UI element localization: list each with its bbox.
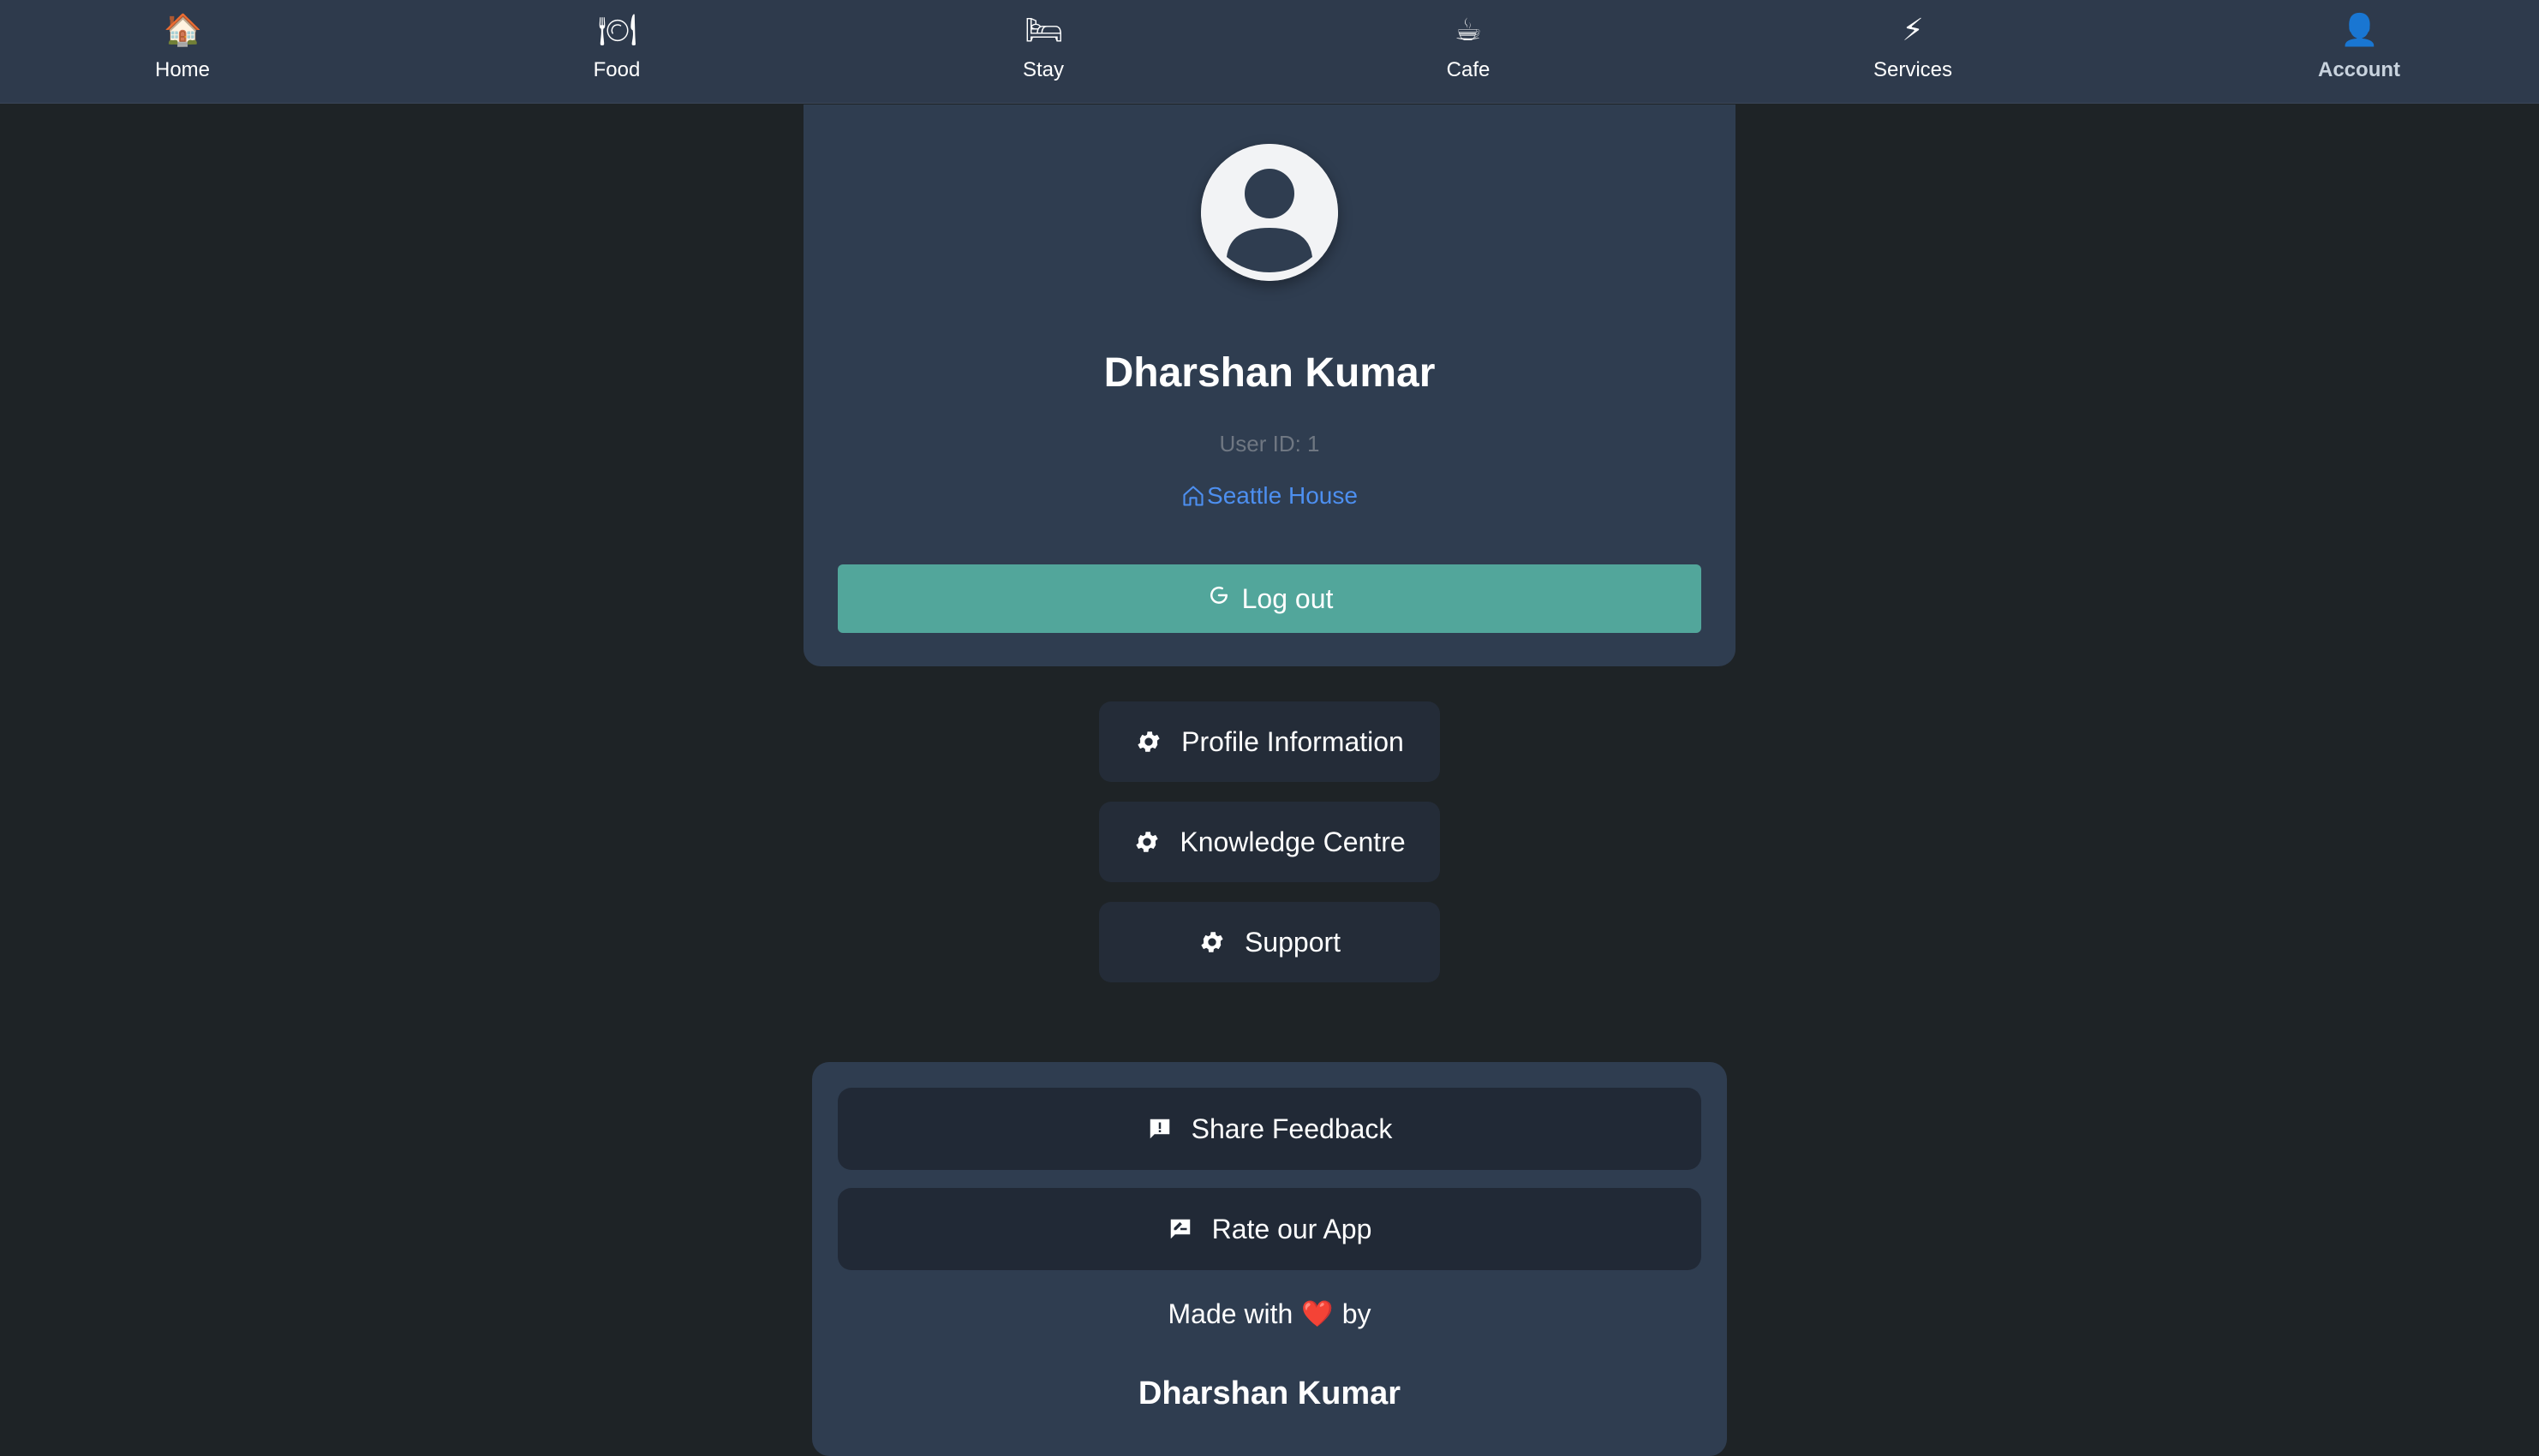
logout-label: Log out <box>1241 582 1334 614</box>
nav-item-home[interactable]: 🏠 Home <box>88 0 277 104</box>
top-nav: 🏠 Home 🍽 Food 🛏 Stay ☕ Cafe ⚡ Services 👤… <box>0 0 2539 104</box>
nav-item-services[interactable]: ⚡ Services <box>1819 0 2007 104</box>
feedback-icon <box>1150 1119 1169 1139</box>
nav-item-label: Stay <box>1022 58 1065 81</box>
share-feedback-button[interactable]: Share Feedback <box>838 1088 1701 1170</box>
user-icon: 👤 <box>2340 13 2379 48</box>
avatar <box>1201 144 1338 281</box>
nav-item-label: Account <box>2318 58 2400 81</box>
support-button[interactable]: Support <box>1099 902 1440 982</box>
footer-author: Dharshan Kumar <box>1138 1375 1401 1411</box>
gear-icon <box>1136 832 1159 852</box>
nav-item-account[interactable]: 👤 Account <box>2265 0 2453 104</box>
location-link[interactable]: Seattle House <box>804 481 1735 510</box>
heart-icon: ❤️ <box>1301 1299 1334 1329</box>
logout-button[interactable]: Log out <box>838 564 1701 633</box>
knowledge-centre-button[interactable]: Knowledge Centre <box>1099 802 1440 882</box>
nav-item-food[interactable]: 🍽 Food <box>523 0 711 104</box>
user-avatar-icon <box>1201 144 1338 281</box>
home-icon: 🏠 <box>164 13 202 48</box>
logout-icon <box>1210 586 1228 604</box>
rate-app-button[interactable]: Rate our App <box>838 1188 1701 1270</box>
plate-icon: 🍽 <box>598 13 637 48</box>
location-label: Seattle House <box>1207 482 1358 509</box>
nav-item-label: Home <box>154 58 211 81</box>
made-with-prefix: Made with <box>1168 1298 1293 1329</box>
bed-icon: 🛏 <box>1025 13 1064 48</box>
house-icon <box>1183 486 1204 506</box>
profile-name: Dharshan Kumar <box>1103 350 1436 396</box>
coffee-icon: ☕ <box>1454 13 1483 48</box>
made-with-text: Made with ❤️ by <box>812 1298 1727 1330</box>
made-with-suffix: by <box>1341 1298 1371 1329</box>
nav-item-stay[interactable]: 🛏 Stay <box>949 0 1138 104</box>
nav-item-label: Services <box>1873 58 1953 81</box>
menu-item-label: Support <box>1244 926 1341 958</box>
gear-icon <box>1201 932 1223 952</box>
menu-item-label: Knowledge Centre <box>1180 826 1406 857</box>
rate-app-label: Rate our App <box>1211 1213 1372 1244</box>
profile-card: Dharshan Kumar User ID: 1 Seattle House … <box>804 104 1735 666</box>
profile-information-button[interactable]: Profile Information <box>1099 701 1440 782</box>
share-feedback-label: Share Feedback <box>1191 1113 1393 1144</box>
lightning-icon: ⚡ <box>1902 13 1924 48</box>
user-id: User ID: 1 <box>1219 431 1320 456</box>
rate-review-icon <box>1170 1219 1190 1239</box>
nav-item-label: Food <box>593 58 641 81</box>
nav-item-label: Cafe <box>1446 58 1491 81</box>
gear-icon <box>1138 731 1160 752</box>
nav-item-cafe[interactable]: ☕ Cafe <box>1374 0 1562 104</box>
menu-item-label: Profile Information <box>1181 725 1404 757</box>
